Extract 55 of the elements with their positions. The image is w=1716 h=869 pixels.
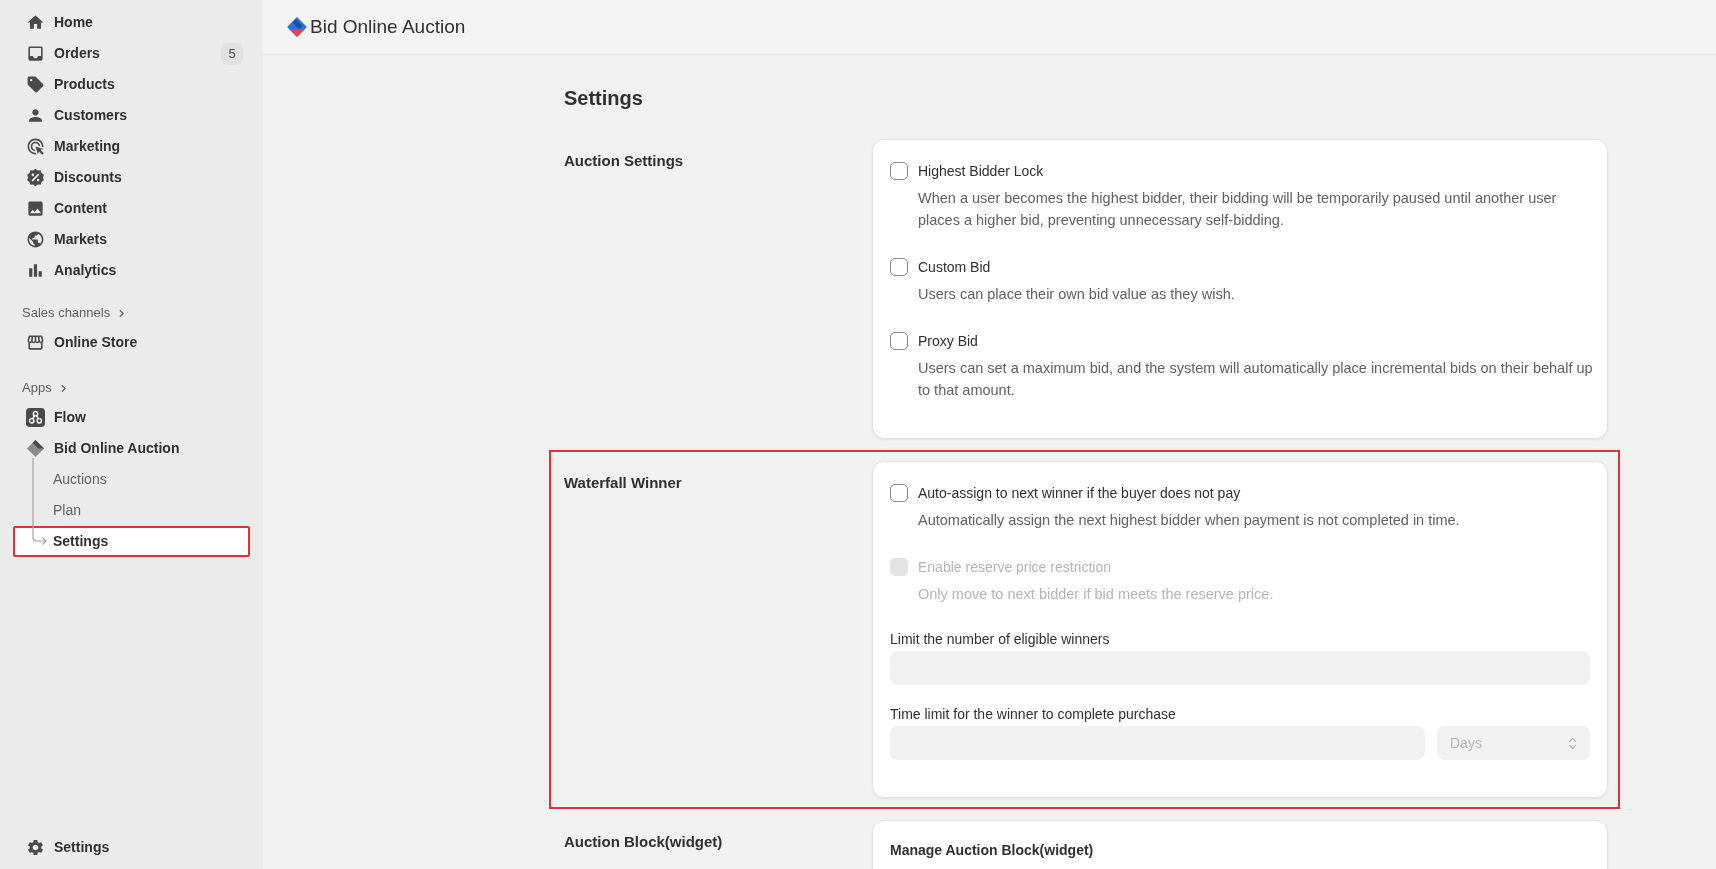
home-icon <box>26 13 45 32</box>
nav-item[interactable]: Orders 5 <box>13 38 250 69</box>
app-title: Bid Online Auction <box>310 14 466 39</box>
image-icon <box>26 199 45 218</box>
count-badge: 5 <box>221 42 243 65</box>
nav-item[interactable]: Plan <box>13 495 250 526</box>
section-link[interactable]: Apps <box>13 374 71 402</box>
field-label: Limit the number of eligible winners <box>890 630 1110 649</box>
diamond-logo-icon <box>26 439 45 458</box>
nav-item[interactable]: Flow <box>13 402 250 433</box>
option-description: Users can place their own bid value as they wish. <box>918 285 1236 304</box>
nav-item[interactable]: Products <box>13 69 250 100</box>
nav-item[interactable]: Bid Online Auction <box>13 433 250 464</box>
checkbox-label: Auto-assign to next winner if the buyer does not pay <box>918 483 1241 503</box>
settings-icon <box>26 838 45 857</box>
option-description: Users can set a maximum bid, and the system will automatically place incremental bids on their behalf up to that amount. <box>918 359 1594 400</box>
inbox-icon <box>26 44 45 63</box>
nav-item[interactable]: Home <box>13 7 250 38</box>
checkbox-label: Custom Bid <box>918 257 991 277</box>
card-heading: Manage Auction Block(widget) <box>890 841 1094 860</box>
diamond-logo-icon <box>286 16 308 38</box>
nav-item[interactable]: Customers <box>13 100 250 131</box>
section-title: Auction Block(widget) <box>564 832 723 852</box>
nav-item[interactable]: Marketing <box>13 131 250 162</box>
nav-item[interactable]: Online Store <box>13 327 250 358</box>
checkbox-label: Highest Bidder Lock <box>918 161 1044 181</box>
tag-icon <box>26 75 45 94</box>
checkbox[interactable] <box>890 258 908 276</box>
section-link[interactable]: Sales channels <box>13 299 130 327</box>
nav-item[interactable]: Discounts <box>13 162 250 193</box>
checkbox[interactable] <box>890 332 908 350</box>
checkbox-label: Proxy Bid <box>918 331 978 351</box>
section-title: Auction Settings <box>564 151 684 171</box>
checkbox-label: Enable reserve price restriction <box>918 557 1111 577</box>
globe-icon <box>26 230 45 249</box>
nav-item[interactable]: Analytics <box>13 255 250 286</box>
page-title: Settings <box>564 86 643 111</box>
person-icon <box>26 106 45 125</box>
option-description: Automatically assign the next highest bidder when payment is not completed in time. <box>918 511 1461 530</box>
storefront-icon <box>26 333 45 352</box>
nav-item[interactable]: Settings <box>13 832 250 863</box>
section-title: Waterfall Winner <box>564 473 682 493</box>
option-description: Only move to next bidder if bid meets the reserve price. <box>918 585 1275 604</box>
nav-item[interactable]: Content <box>13 193 250 224</box>
checkbox[interactable] <box>890 484 908 502</box>
option-description: When a user becomes the highest bidder, their bidding will be temporarily paused until another user places a higher bid, preventing unnecessary self-bidding. <box>918 189 1558 230</box>
nav-item[interactable]: Markets <box>13 224 250 255</box>
bar-chart-icon <box>26 261 45 280</box>
cursor-click-icon <box>26 137 45 156</box>
nodes-tile-icon <box>26 408 45 427</box>
percent-badge-icon <box>26 168 45 187</box>
nav-item[interactable]: Settings <box>13 526 250 557</box>
field-label: Time limit for the winner to complete purchase <box>890 705 1176 724</box>
nav-item[interactable]: Auctions <box>13 464 250 495</box>
checkbox[interactable] <box>890 162 908 180</box>
